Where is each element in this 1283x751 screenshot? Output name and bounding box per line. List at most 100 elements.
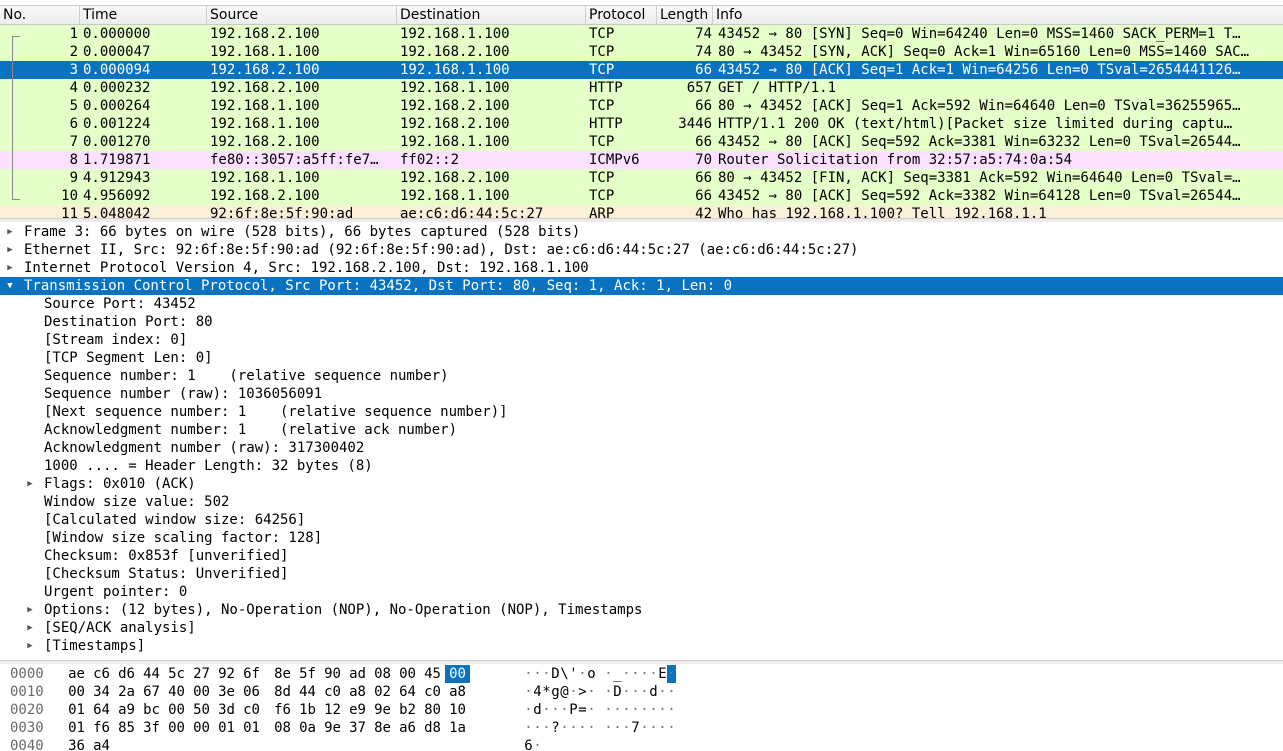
ascii-char[interactable]: · (542, 665, 551, 683)
hex-byte[interactable]: f6 (89, 719, 114, 737)
ascii-char[interactable]: · (667, 683, 676, 701)
hex-byte[interactable]: 00 (64, 683, 89, 701)
ascii-char[interactable]: 4 (533, 683, 542, 701)
hex-byte[interactable]: 00 (445, 665, 470, 683)
packet-row[interactable]: 9 4.912943 192.168.1.100 192.168.2.100 TCP 66… (0, 169, 1283, 187)
hex-byte[interactable]: 08 (270, 719, 295, 737)
ascii-char[interactable]: 7 (631, 719, 640, 737)
detail-row[interactable]: ▶ [Timestamps] (0, 637, 1283, 655)
detail-row[interactable]: ▶ Frame 3: 66 bytes on wire (528 bits), 6… (0, 223, 1283, 241)
hex-byte[interactable]: 9e (370, 701, 395, 719)
hex-byte[interactable]: 40 (164, 683, 189, 701)
ascii-char[interactable]: · (604, 683, 613, 701)
packet-list-header[interactable]: No. Time Source Destination Protocol Len… (0, 5, 1283, 25)
hex-byte[interactable]: 9e (320, 719, 345, 737)
hex-byte[interactable]: a9 (114, 701, 139, 719)
ascii-char[interactable]: P (569, 701, 578, 719)
packet-row[interactable]: 3 0.000094 192.168.2.100 192.168.1.100 TCP 66… (0, 61, 1283, 79)
detail-row[interactable]: ▼ Transmission Control Protocol, Src Port… (0, 277, 1283, 295)
hex-byte[interactable]: e9 (345, 701, 370, 719)
detail-row[interactable]: Acknowledgment number (raw): 317300402 (0, 439, 1283, 457)
detail-row[interactable]: Destination Port: 80 (0, 313, 1283, 331)
hex-byte[interactable]: 08 (370, 665, 395, 683)
ascii-char[interactable]: · (524, 665, 533, 683)
hex-byte[interactable]: 80 (420, 701, 445, 719)
ascii-char[interactable]: · (533, 737, 542, 751)
ascii-char[interactable]: · (569, 683, 578, 701)
ascii-char[interactable]: · (613, 701, 622, 719)
hex-byte[interactable]: 2a (114, 683, 139, 701)
ascii-char[interactable]: · (578, 665, 587, 683)
ascii-char[interactable]: · (640, 683, 649, 701)
ascii-char[interactable]: @ (560, 683, 569, 701)
ascii-char[interactable]: · (667, 701, 676, 719)
column-header-time[interactable]: Time (80, 6, 207, 24)
hex-byte[interactable]: b2 (395, 701, 420, 719)
detail-row[interactable]: ▶ [SEQ/ACK analysis] (0, 619, 1283, 637)
hex-byte[interactable]: 8e (370, 719, 395, 737)
bytes-ascii[interactable]: ·4*g@·>· ·D···d·· (524, 683, 676, 701)
hex-byte[interactable]: 00 (395, 665, 420, 683)
ascii-char[interactable]: · (542, 701, 551, 719)
hex-byte[interactable]: 00 (189, 683, 214, 701)
hex-byte[interactable]: a4 (89, 737, 114, 751)
expand-arrow-icon[interactable]: ▼ (5, 277, 15, 295)
hex-byte[interactable]: 50 (189, 701, 214, 719)
ascii-char[interactable]: · (604, 665, 613, 683)
packet-details-pane[interactable]: ▶ Frame 3: 66 bytes on wire (528 bits), 6… (0, 223, 1283, 659)
hex-byte[interactable]: ad (345, 665, 370, 683)
collapse-arrow-icon[interactable]: ▶ (5, 259, 15, 277)
ascii-char[interactable]: · (631, 683, 640, 701)
hex-byte[interactable]: a8 (445, 683, 470, 701)
hex-byte[interactable]: 27 (189, 665, 214, 683)
detail-row[interactable]: [Checksum Status: Unverified] (0, 565, 1283, 583)
detail-row[interactable]: 1000 .... = Header Length: 32 bytes (8) (0, 457, 1283, 475)
packet-row[interactable]: 1 0.000000 192.168.2.100 192.168.1.100 TCP 74… (0, 25, 1283, 43)
hex-byte[interactable]: 36 (64, 737, 89, 751)
hex-byte[interactable]: 64 (395, 683, 420, 701)
hex-byte[interactable]: a6 (395, 719, 420, 737)
ascii-char[interactable]: · (613, 719, 622, 737)
ascii-char[interactable]: d (533, 701, 542, 719)
ascii-char[interactable]: · (604, 719, 613, 737)
hex-byte[interactable]: 92 (214, 665, 239, 683)
ascii-char[interactable]: · (604, 701, 613, 719)
hex-byte[interactable]: d6 (114, 665, 139, 683)
ascii-char[interactable]: > (578, 683, 587, 701)
ascii-char[interactable]: _ (613, 665, 622, 683)
ascii-char[interactable]: · (542, 719, 551, 737)
hex-byte[interactable]: 00 (164, 701, 189, 719)
ascii-char[interactable]: · (587, 701, 596, 719)
ascii-char[interactable]: · (551, 701, 560, 719)
hex-byte[interactable]: 01 (239, 719, 264, 737)
ascii-char[interactable]: · (622, 719, 631, 737)
hex-byte[interactable]: 5c (164, 665, 189, 683)
hex-byte[interactable]: f6 (270, 701, 295, 719)
hex-byte[interactable]: 90 (320, 665, 345, 683)
detail-row[interactable]: Checksum: 0x853f [unverified] (0, 547, 1283, 565)
bytes-ascii[interactable]: ·d···P=· ········ (524, 701, 676, 719)
ascii-char[interactable]: E (658, 665, 667, 683)
hex-byte[interactable]: 67 (139, 683, 164, 701)
packet-row[interactable]: 7 0.001270 192.168.2.100 192.168.1.100 TCP 66… (0, 133, 1283, 151)
column-header-protocol[interactable]: Protocol (586, 6, 657, 24)
packet-row[interactable]: 6 0.001224 192.168.1.100 192.168.2.100 HTTP 3… (0, 115, 1283, 133)
detail-row[interactable]: Sequence number (raw): 1036056091 (0, 385, 1283, 403)
ascii-char[interactable]: · (533, 719, 542, 737)
detail-row[interactable]: Sequence number: 1 (relative sequence nu… (0, 367, 1283, 385)
hex-byte[interactable]: 5f (295, 665, 320, 683)
bytes-hex[interactable]: ae c6 d6 44 5c 27 92 6f 8e 5f 90 ad 08 00 45 00 (64, 665, 470, 683)
hex-byte[interactable]: 01 (214, 719, 239, 737)
hex-byte[interactable]: 0a (295, 719, 320, 737)
bytes-hex[interactable]: 00 34 2a 67 40 00 3e 06 8d 44 c0 a8 02 64 c0 a8 (64, 683, 470, 701)
hex-byte[interactable]: 01 (64, 701, 89, 719)
detail-row[interactable]: Acknowledgment number: 1 (relative ack n… (0, 421, 1283, 439)
detail-row[interactable]: Source Port: 43452 (0, 295, 1283, 313)
ascii-char[interactable]: 6 (524, 737, 533, 751)
hex-byte[interactable]: 1b (295, 701, 320, 719)
ascii-char[interactable]: · (658, 719, 667, 737)
ascii-char[interactable]: · (622, 701, 631, 719)
ascii-char[interactable]: · (631, 701, 640, 719)
hex-byte[interactable]: 02 (370, 683, 395, 701)
ascii-char[interactable]: \ (560, 665, 569, 683)
